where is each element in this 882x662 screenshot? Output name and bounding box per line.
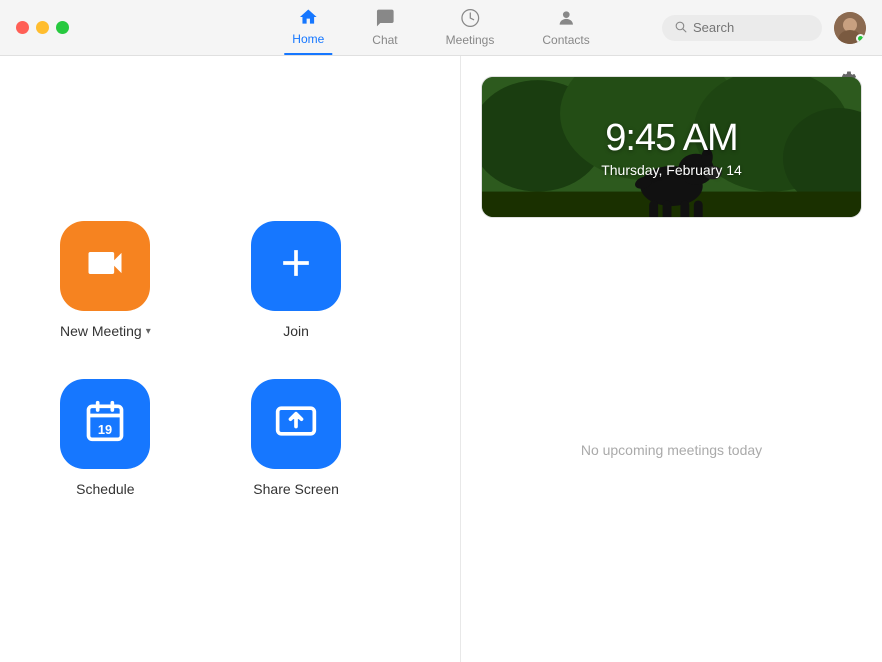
schedule-text: Schedule bbox=[76, 481, 134, 497]
contacts-icon bbox=[556, 8, 576, 31]
main-content: New Meeting ▾ Join bbox=[0, 56, 882, 662]
search-input[interactable] bbox=[693, 20, 810, 35]
calendar-icon: 19 bbox=[83, 399, 127, 449]
nav-label-home: Home bbox=[292, 32, 324, 46]
nav-label-meetings: Meetings bbox=[446, 33, 495, 47]
left-panel: New Meeting ▾ Join bbox=[0, 56, 460, 662]
right-panel: 9:45 AM Thursday, February 14 No upcomin… bbox=[460, 56, 882, 662]
schedule-item[interactable]: 19 Schedule bbox=[60, 379, 151, 497]
time-text: 9:45 AM bbox=[601, 117, 742, 160]
schedule-button[interactable]: 19 bbox=[60, 379, 150, 469]
nav-label-contacts: Contacts bbox=[542, 33, 589, 47]
join-button[interactable] bbox=[251, 221, 341, 311]
search-area bbox=[662, 12, 866, 44]
share-screen-text: Share Screen bbox=[253, 481, 339, 497]
nav-item-home[interactable]: Home bbox=[284, 0, 332, 55]
meetings-icon bbox=[460, 8, 480, 31]
online-status-dot bbox=[856, 34, 865, 43]
action-grid: New Meeting ▾ Join bbox=[60, 221, 341, 497]
calendar-image: 9:45 AM Thursday, February 14 bbox=[482, 77, 861, 217]
calendar-card: 9:45 AM Thursday, February 14 bbox=[481, 76, 862, 218]
no-meetings-message: No upcoming meetings today bbox=[581, 442, 762, 458]
new-meeting-text: New Meeting bbox=[60, 323, 142, 339]
time-display: 9:45 AM Thursday, February 14 bbox=[601, 117, 742, 178]
main-nav: Home Chat Meetings bbox=[284, 0, 597, 55]
share-screen-item[interactable]: Share Screen bbox=[251, 379, 342, 497]
window-controls bbox=[16, 21, 69, 34]
new-meeting-button[interactable] bbox=[60, 221, 150, 311]
meetings-section: No upcoming meetings today bbox=[461, 238, 882, 662]
share-screen-button[interactable] bbox=[251, 379, 341, 469]
camera-icon bbox=[83, 241, 127, 291]
dropdown-arrow-icon: ▾ bbox=[146, 326, 151, 337]
schedule-label: Schedule bbox=[76, 481, 134, 497]
nav-item-contacts[interactable]: Contacts bbox=[534, 0, 597, 55]
chat-icon bbox=[375, 8, 395, 31]
share-icon bbox=[274, 399, 318, 449]
title-bar: Home Chat Meetings bbox=[0, 0, 882, 56]
search-icon bbox=[674, 20, 687, 36]
svg-text:19: 19 bbox=[98, 422, 112, 437]
nav-item-meetings[interactable]: Meetings bbox=[438, 0, 503, 55]
join-text: Join bbox=[283, 323, 309, 339]
new-meeting-label: New Meeting ▾ bbox=[60, 323, 151, 339]
avatar[interactable] bbox=[834, 12, 866, 44]
close-button[interactable] bbox=[16, 21, 29, 34]
minimize-button[interactable] bbox=[36, 21, 49, 34]
nav-item-chat[interactable]: Chat bbox=[364, 0, 405, 55]
join-label: Join bbox=[283, 323, 309, 339]
join-item[interactable]: Join bbox=[251, 221, 342, 339]
date-text: Thursday, February 14 bbox=[601, 162, 742, 178]
nav-label-chat: Chat bbox=[372, 33, 397, 47]
maximize-button[interactable] bbox=[56, 21, 69, 34]
search-box[interactable] bbox=[662, 15, 822, 41]
plus-icon bbox=[274, 241, 318, 291]
share-screen-label: Share Screen bbox=[253, 481, 339, 497]
home-icon bbox=[298, 7, 318, 30]
new-meeting-item[interactable]: New Meeting ▾ bbox=[60, 221, 151, 339]
